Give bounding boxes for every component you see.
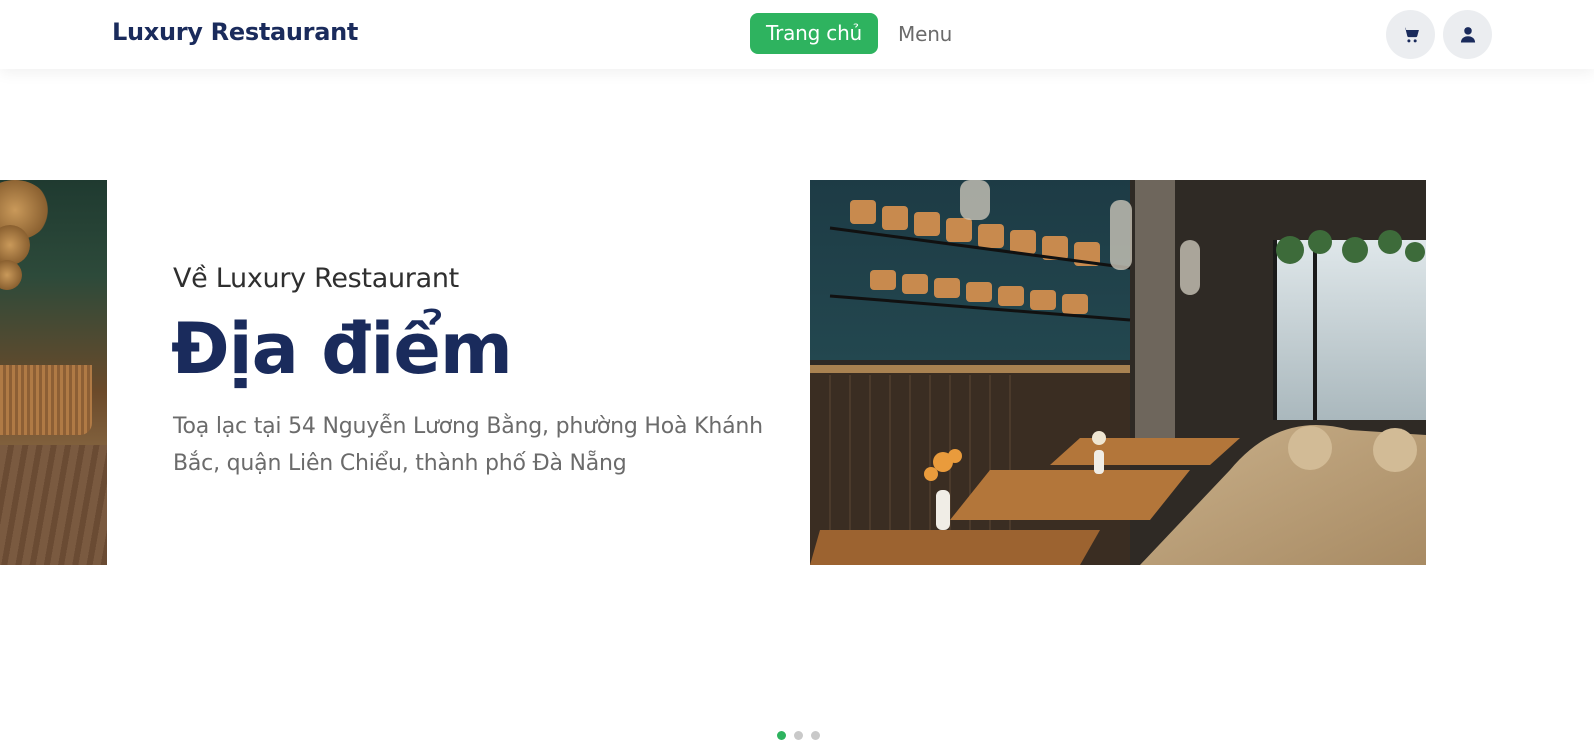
carousel-dot-1[interactable] (777, 731, 786, 740)
top-navbar: Luxury Restaurant Trang chủ Menu (0, 0, 1594, 69)
account-button[interactable] (1443, 10, 1492, 59)
nav-item-menu[interactable]: Menu (898, 22, 952, 46)
cart-button[interactable] (1386, 10, 1435, 59)
brand-logo[interactable]: Luxury Restaurant (112, 18, 358, 46)
carousel-dot-3[interactable] (811, 731, 820, 740)
carousel-previous-slide-image (0, 180, 107, 565)
carousel-indicators (777, 731, 828, 740)
about-subtitle: Về Luxury Restaurant (173, 263, 459, 294)
restaurant-interior-photo (810, 180, 1426, 565)
about-description: Toạ lạc tại 54 Nguyễn Lương Bằng, phường… (173, 414, 763, 476)
about-title: Địa điểm (171, 308, 513, 390)
cart-icon (1402, 26, 1419, 42)
nav-item-home[interactable]: Trang chủ (750, 13, 879, 54)
user-icon (1460, 26, 1475, 42)
main-nav: Trang chủ Menu (750, 13, 952, 54)
carousel-dot-2[interactable] (794, 731, 803, 740)
